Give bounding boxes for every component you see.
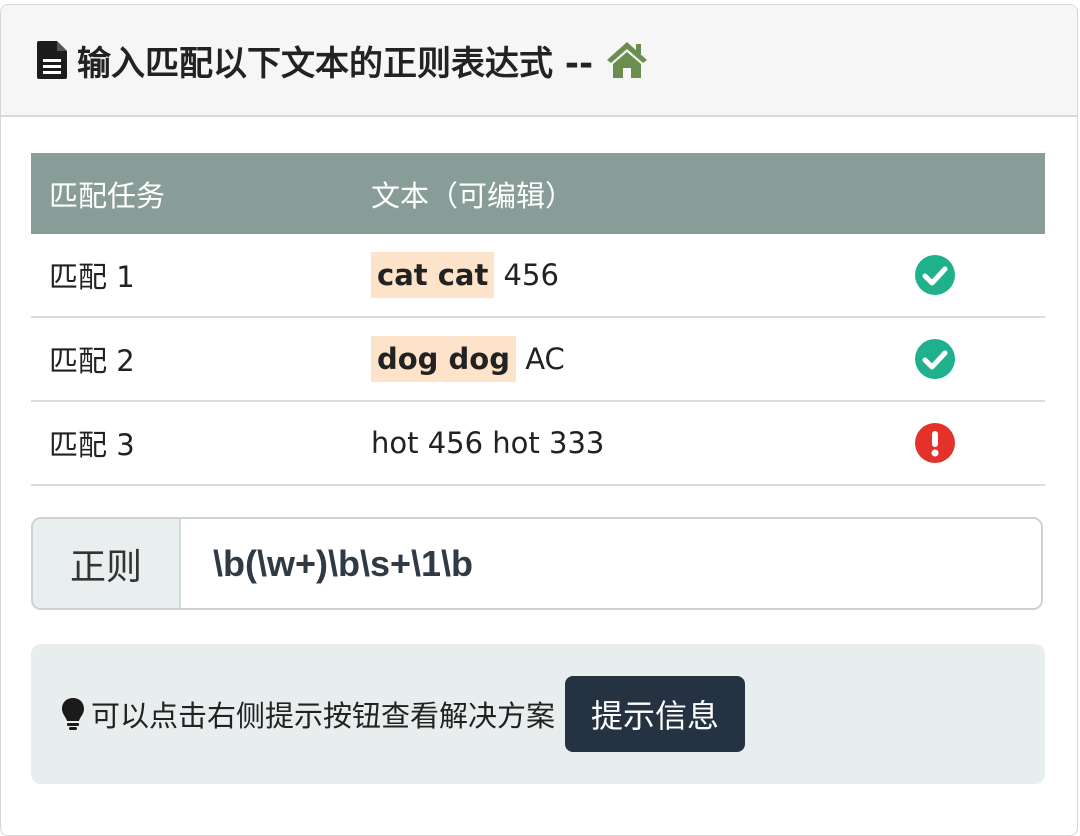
regex-label: 正则 <box>33 519 181 608</box>
table-header-row: 匹配任务 文本（可编辑） <box>31 153 1045 234</box>
check-circle-icon <box>915 339 955 379</box>
status-cell <box>913 317 1045 402</box>
check-circle-icon <box>915 255 955 295</box>
regex-input[interactable] <box>181 519 1041 608</box>
card-header: 输入匹配以下文本的正则表达式 -- <box>1 5 1077 117</box>
hint-text: 可以点击右侧提示按钮查看解决方案 <box>91 699 556 733</box>
column-header-text: 文本（可编辑） <box>371 178 575 213</box>
table-row: 匹配 3 hot 456 hot 333 <box>31 401 1045 486</box>
task-table: 匹配任务 文本（可编辑） 匹配 1 cat cat 456 匹配 2 dog d… <box>31 153 1045 486</box>
exclamation-circle-icon <box>915 423 955 463</box>
column-header-task: 匹配任务 <box>49 178 166 213</box>
table-row: 匹配 2 dog dog AC <box>31 317 1045 402</box>
table-row: 匹配 1 cat cat 456 <box>31 234 1045 318</box>
hint-box: 可以点击右侧提示按钮查看解决方案 提示信息 <box>31 644 1045 784</box>
lightbulb-icon <box>61 697 85 731</box>
home-icon[interactable] <box>605 40 649 80</box>
regex-input-group: 正则 <box>31 517 1043 610</box>
match-highlight: cat cat <box>371 252 495 298</box>
task-label: 匹配 2 <box>31 317 370 402</box>
editable-text-cell[interactable]: cat cat 456 <box>370 234 913 318</box>
document-icon <box>37 41 67 79</box>
match-highlight: dog dog <box>371 336 516 382</box>
editable-text-cell[interactable]: hot 456 hot 333 <box>370 401 913 486</box>
exercise-card: 输入匹配以下文本的正则表达式 -- 匹配任务 文本（可编辑） 匹配 1 cat … <box>0 4 1078 836</box>
unmatched-text: AC <box>515 342 565 376</box>
status-cell <box>913 401 1045 486</box>
unmatched-text: hot 456 hot 333 <box>371 426 605 460</box>
editable-text-cell[interactable]: dog dog AC <box>370 317 913 402</box>
status-cell <box>913 234 1045 318</box>
task-label: 匹配 1 <box>31 234 370 318</box>
unmatched-text: 456 <box>494 258 559 292</box>
hint-button[interactable]: 提示信息 <box>565 676 746 752</box>
page-title: 输入匹配以下文本的正则表达式 -- <box>77 43 594 84</box>
column-header-status <box>913 153 1045 234</box>
task-label: 匹配 3 <box>31 401 370 486</box>
